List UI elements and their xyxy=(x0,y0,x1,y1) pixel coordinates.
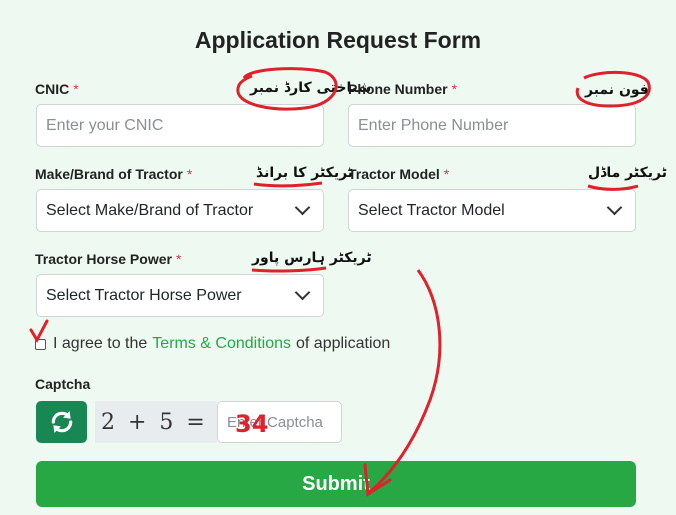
cnic-label-text: CNIC xyxy=(35,81,70,97)
horsepower-label: Tractor Horse Power * xyxy=(35,251,181,267)
horsepower-urdu-label: ٹریکٹر ہارس پاور xyxy=(252,250,372,266)
phone-label: Phone Number * xyxy=(348,81,457,97)
make-selected-value: Select Make/Brand of Tractor xyxy=(46,201,254,219)
captcha-label: Captcha xyxy=(35,376,91,392)
model-selected-value: Select Tractor Model xyxy=(358,201,505,219)
phone-urdu-label: فون نمبر xyxy=(585,82,649,98)
required-mark: * xyxy=(451,81,458,97)
make-label-text: Make/Brand of Tractor xyxy=(35,166,183,182)
chevron-down-icon xyxy=(606,199,623,216)
required-mark: * xyxy=(175,251,182,267)
make-label: Make/Brand of Tractor * xyxy=(35,166,192,182)
make-select[interactable]: Select Make/Brand of Tractor xyxy=(36,189,324,232)
model-label-text: Tractor Model xyxy=(348,166,440,182)
refresh-icon xyxy=(51,411,72,433)
captcha-input[interactable] xyxy=(217,401,342,443)
chevron-down-icon xyxy=(294,199,311,216)
make-urdu-label: ٹریکٹر کا برانڈ xyxy=(256,165,354,181)
chevron-down-icon xyxy=(294,284,311,301)
horsepower-select[interactable]: Select Tractor Horse Power xyxy=(36,274,324,317)
agree-suffix: of application xyxy=(296,335,391,352)
required-mark: * xyxy=(443,166,450,182)
terms-link[interactable]: Terms & Conditions xyxy=(152,335,291,353)
horsepower-selected-value: Select Tractor Horse Power xyxy=(46,286,242,304)
phone-input[interactable] xyxy=(348,104,636,147)
model-select[interactable]: Select Tractor Model xyxy=(348,189,636,232)
horsepower-label-text: Tractor Horse Power xyxy=(35,251,172,267)
phone-label-text: Phone Number xyxy=(348,81,448,97)
annotation-arrow xyxy=(369,269,442,494)
agree-row: I agree to the Terms & Conditions of app… xyxy=(35,335,390,353)
cnic-input[interactable] xyxy=(36,104,324,147)
page-title: Application Request Form xyxy=(194,27,482,53)
agree-checkbox[interactable] xyxy=(35,338,46,350)
required-mark: * xyxy=(73,81,79,97)
submit-button[interactable]: Submit xyxy=(36,461,636,507)
model-urdu-label: ٹریکٹر ماڈل xyxy=(588,165,667,181)
annotation-underline-horsepower xyxy=(251,266,327,273)
required-mark: * xyxy=(186,166,193,182)
annotation-underline-make xyxy=(253,181,323,188)
cnic-label: CNIC * xyxy=(35,81,79,97)
agree-prefix: I agree to the xyxy=(53,335,148,352)
refresh-captcha-button[interactable] xyxy=(36,401,87,443)
captcha-image: 2 + 5 = xyxy=(95,401,217,443)
model-label: Tractor Model * xyxy=(348,166,449,182)
